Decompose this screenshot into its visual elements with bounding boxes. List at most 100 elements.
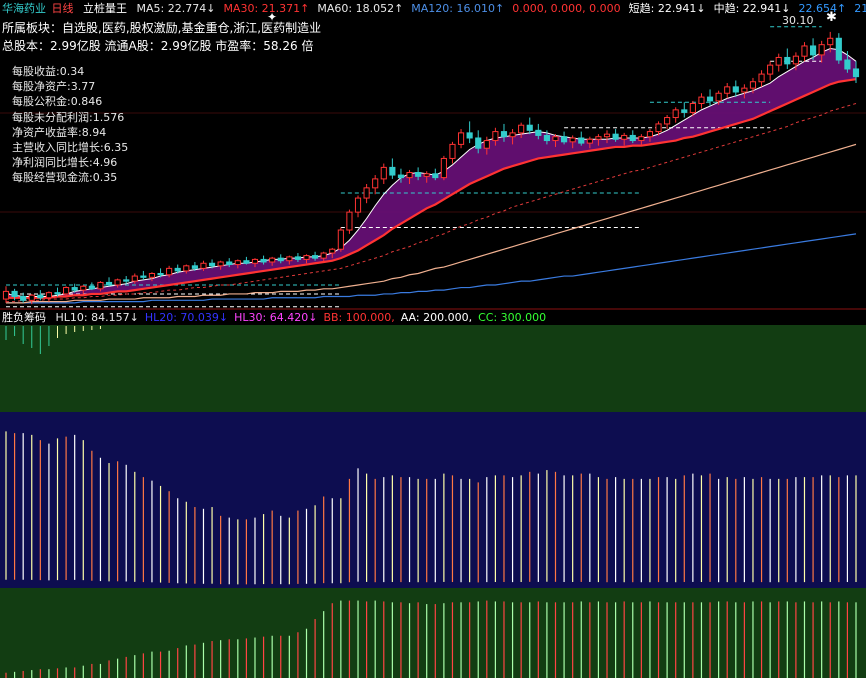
- ma-item: 中趋: 22.941↓: [713, 2, 791, 15]
- candle-body: [45, 292, 53, 299]
- candle-body: [792, 55, 799, 65]
- fundamental-item: 净利润同比增长:4.96: [12, 156, 118, 170]
- ma-item: MA120: 16.010↑: [411, 2, 505, 15]
- candle-body: [518, 124, 525, 134]
- candle-body: [114, 279, 121, 286]
- ma-item: MA60: 18.052↑: [317, 2, 404, 15]
- candle-body: [372, 178, 379, 189]
- sub-value-item: HL30: 64.420↓: [234, 311, 318, 324]
- fundamental-item: 每股收益:0.34: [12, 65, 85, 78]
- stock-name[interactable]: 华海药业: [2, 2, 46, 15]
- header-bar: 华海药业 日线 立桩量王 MA5: 22.774↓ MA30: 21.371↑ MA…: [2, 2, 866, 15]
- trend-band: [6, 48, 856, 298]
- sub-indicator-title[interactable]: 胜负筹码: [2, 311, 46, 324]
- candle-body: [552, 136, 559, 142]
- candle-body: [320, 252, 327, 259]
- candle-body: [234, 260, 241, 266]
- candle-body: [217, 261, 224, 267]
- candle-body: [294, 256, 301, 260]
- candle-body: [603, 133, 611, 138]
- sub-indicator-header: 胜负筹码 HL10: 84.157↓ HL20: 70.039↓ HL30: 64.…: [2, 311, 558, 324]
- ma250-line: [6, 233, 857, 304]
- candle-body: [97, 281, 104, 290]
- candle-body: [174, 267, 181, 272]
- candle-body: [140, 275, 147, 278]
- candle-body: [655, 123, 662, 133]
- candle-body: [767, 64, 774, 75]
- candle-body: [312, 255, 319, 259]
- fundamentals-panel: 每股收益:0.34 每股净资产:3.77 每股公积金:0.846 每股未分配利润:1.…: [12, 64, 128, 186]
- candle-body: [337, 229, 344, 250]
- stock-chart-window: 华海药业 日线 立桩量王 MA5: 22.774↓ MA30: 21.371↑ MA…: [0, 0, 866, 678]
- ma5-line: [5, 47, 857, 297]
- candle-body: [500, 131, 508, 138]
- candle-body: [123, 279, 130, 282]
- candle-body: [698, 96, 705, 104]
- sub-value-item: BB: 100.000,: [323, 311, 395, 324]
- candle-body: [724, 86, 731, 94]
- chart-canvas[interactable]: [0, 0, 866, 678]
- candle-body: [423, 173, 430, 177]
- candle-body: [415, 172, 422, 177]
- sub-panel-top-bg: [0, 325, 866, 412]
- candle-body: [715, 92, 722, 102]
- candle-body: [346, 211, 353, 231]
- candle-body: [226, 261, 233, 266]
- candle-body: [406, 172, 413, 179]
- fundamental-item: 每股经营现金流:0.35: [12, 171, 118, 185]
- candle-body: [440, 157, 447, 179]
- candle-body: [543, 134, 550, 142]
- candle-body: [586, 138, 593, 144]
- candle-body: [749, 81, 757, 89]
- candle-body: [689, 102, 696, 113]
- candle-body: [20, 295, 27, 301]
- candle-body: [71, 287, 78, 291]
- candle-body: [243, 260, 250, 264]
- candle-body: [166, 267, 173, 276]
- candle-body: [183, 265, 190, 272]
- candle-body: [509, 132, 516, 138]
- candle-body: [621, 134, 628, 140]
- candle-body: [260, 258, 267, 263]
- candle-body: [380, 166, 387, 180]
- candle-body: [105, 281, 113, 286]
- sub-value-item: AA: 200.000,: [400, 311, 473, 324]
- candle-body: [758, 73, 765, 83]
- ma-values: MA5: 22.774↓ MA30: 21.371↑ MA60: 18.052↑ MA…: [137, 2, 866, 15]
- star-icon: ✱: [826, 10, 837, 25]
- sub-value-item: HL10: 84.157↓: [55, 311, 139, 324]
- candle-body: [681, 109, 688, 113]
- candle-body: [483, 140, 490, 149]
- candle-body: [457, 132, 465, 145]
- candle-body: [303, 255, 310, 260]
- candle-body: [784, 56, 791, 65]
- period-label[interactable]: 日线: [52, 2, 74, 15]
- candle-body: [809, 45, 817, 56]
- ma-item: 21.3: [854, 2, 866, 15]
- candle-body: [612, 133, 619, 140]
- candle-body: [37, 294, 44, 299]
- candle-body: [11, 290, 18, 297]
- sub-indicator-values: HL10: 84.157↓ HL20: 70.039↓ HL30: 64.420↓ B…: [56, 311, 553, 324]
- candle-body: [835, 37, 842, 61]
- candle-body: [561, 136, 568, 143]
- candle-body: [741, 87, 748, 93]
- candle-body: [2, 290, 10, 300]
- candle-body: [732, 86, 739, 93]
- sub-value-item: CC: 300.000: [478, 311, 547, 324]
- candle-body: [844, 59, 851, 70]
- candle-body: [801, 45, 808, 57]
- fundamental-item: 每股净资产:3.77: [12, 80, 96, 94]
- candle-body: [638, 136, 645, 142]
- candle-body: [28, 294, 35, 301]
- candle-body: [432, 173, 439, 179]
- candle-body: [775, 56, 782, 66]
- candle-body: [131, 275, 138, 282]
- fundamental-item: 每股公积金:0.846: [12, 95, 103, 109]
- up-arrow-icon: ✦: [267, 10, 278, 24]
- candle-body: [535, 129, 542, 136]
- candle-body: [88, 285, 95, 290]
- candle-body: [269, 257, 276, 263]
- candle-body: [664, 117, 671, 125]
- indicator-name[interactable]: 立桩量王: [83, 2, 127, 15]
